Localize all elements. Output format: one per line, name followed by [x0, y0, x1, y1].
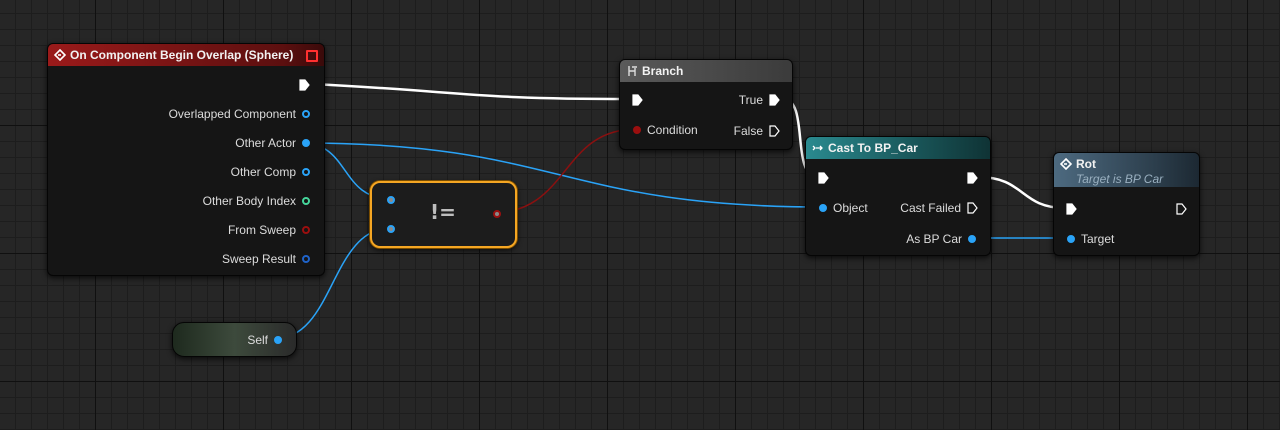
exec-in-pin[interactable]	[632, 94, 643, 106]
not-equal-symbol: !=	[430, 200, 456, 224]
object-pin-icon[interactable]	[302, 168, 310, 176]
event-diamond-icon	[54, 49, 66, 61]
pin-label: Other Comp	[230, 165, 296, 179]
object-pin-icon[interactable]	[387, 225, 395, 233]
pin-overlapped-component[interactable]: Overlapped Component	[169, 107, 310, 121]
target-label: Target	[1081, 232, 1115, 246]
self-label: Self	[247, 333, 268, 347]
self-node[interactable]: Self	[172, 322, 297, 357]
as-bp-car-label: As BP Car	[906, 232, 962, 246]
cast-failed-label: Cast Failed	[900, 201, 961, 215]
pin-from-sweep[interactable]: From Sweep	[228, 223, 310, 237]
condition-label: Condition	[647, 123, 698, 137]
pin-other-body-index[interactable]: Other Body Index	[203, 194, 310, 208]
object-pin-icon[interactable]	[1067, 235, 1075, 243]
exec-out-true-pin[interactable]	[769, 94, 780, 106]
branch-node[interactable]: Branch True Condition False	[619, 59, 793, 150]
exec-out-pin[interactable]	[1176, 203, 1187, 215]
function-icon	[1060, 158, 1072, 170]
exec-out-pin[interactable]	[967, 172, 978, 184]
exec-wire-cast-to-rot	[977, 175, 1066, 210]
pin-other-comp[interactable]: Other Comp	[231, 165, 310, 179]
bool-pin-icon[interactable]	[302, 226, 310, 234]
cast-header[interactable]: Cast To BP_Car	[806, 137, 990, 159]
overlap-event-header[interactable]: On Component Begin Overlap (Sphere)	[48, 44, 324, 66]
pin-label: Other Actor	[235, 136, 296, 150]
bool-pin-icon[interactable]	[633, 126, 641, 134]
exec-in-pin[interactable]	[818, 172, 829, 184]
rot-node[interactable]: Rot Target is BP Car Target	[1053, 152, 1200, 256]
object-pin-icon[interactable]	[387, 196, 395, 204]
pin-object[interactable]: Object	[819, 201, 868, 215]
overlap-event-node[interactable]: On Component Begin Overlap (Sphere) Over…	[47, 43, 325, 276]
pin-target[interactable]: Target	[1067, 232, 1114, 246]
not-equal-node[interactable]: !=	[370, 181, 517, 248]
struct-pin-icon[interactable]	[302, 255, 310, 263]
exec-out-failed-pin[interactable]	[967, 202, 978, 214]
exec-out-pin[interactable]	[299, 79, 310, 91]
bool-out-pin-icon[interactable]	[493, 210, 501, 218]
cast-node[interactable]: Cast To BP_Car Object Cast Failed As BP …	[805, 136, 991, 256]
exec-wire-overlap-to-branch	[311, 82, 631, 101]
object-label: Object	[833, 201, 868, 215]
branch-icon	[628, 66, 637, 76]
object-pin-icon[interactable]	[968, 235, 976, 243]
pin-condition[interactable]: Condition	[633, 123, 698, 137]
pin-as-bp-car[interactable]: As BP Car	[906, 232, 976, 246]
object-pin-icon[interactable]	[274, 336, 282, 344]
pin-true[interactable]: True	[739, 93, 780, 107]
pin-cast-failed[interactable]: Cast Failed	[900, 201, 978, 215]
rot-header[interactable]: Rot Target is BP Car	[1054, 153, 1199, 187]
int-pin-icon[interactable]	[302, 197, 310, 205]
pin-self[interactable]: Self	[247, 333, 282, 347]
object-pin-icon[interactable]	[819, 204, 827, 212]
cast-title: Cast To BP_Car	[828, 141, 918, 155]
rot-subtitle: Target is BP Car	[1076, 172, 1164, 186]
true-label: True	[738, 93, 763, 107]
false-label: False	[733, 124, 763, 138]
delegate-square-icon[interactable]	[306, 50, 318, 62]
exec-in-pin[interactable]	[1066, 203, 1077, 215]
rot-title: Rot	[1076, 157, 1096, 171]
object-pin-icon[interactable]	[302, 110, 310, 118]
pin-sweep-result[interactable]: Sweep Result	[222, 252, 310, 266]
pin-other-actor[interactable]: Other Actor	[235, 136, 310, 150]
pin-label: From Sweep	[227, 223, 296, 237]
branch-header[interactable]: Branch	[620, 60, 792, 82]
pin-label: Sweep Result	[221, 252, 296, 266]
pin-label: Other Body Index	[202, 194, 296, 208]
pin-false[interactable]: False	[734, 124, 780, 138]
exec-out-false-pin[interactable]	[769, 125, 780, 137]
object-pin-icon[interactable]	[302, 139, 310, 147]
overlap-event-title: On Component Begin Overlap (Sphere)	[70, 48, 294, 62]
branch-title: Branch	[642, 64, 684, 78]
pin-label: Overlapped Component	[168, 107, 296, 121]
cast-arrow-icon	[812, 145, 823, 151]
